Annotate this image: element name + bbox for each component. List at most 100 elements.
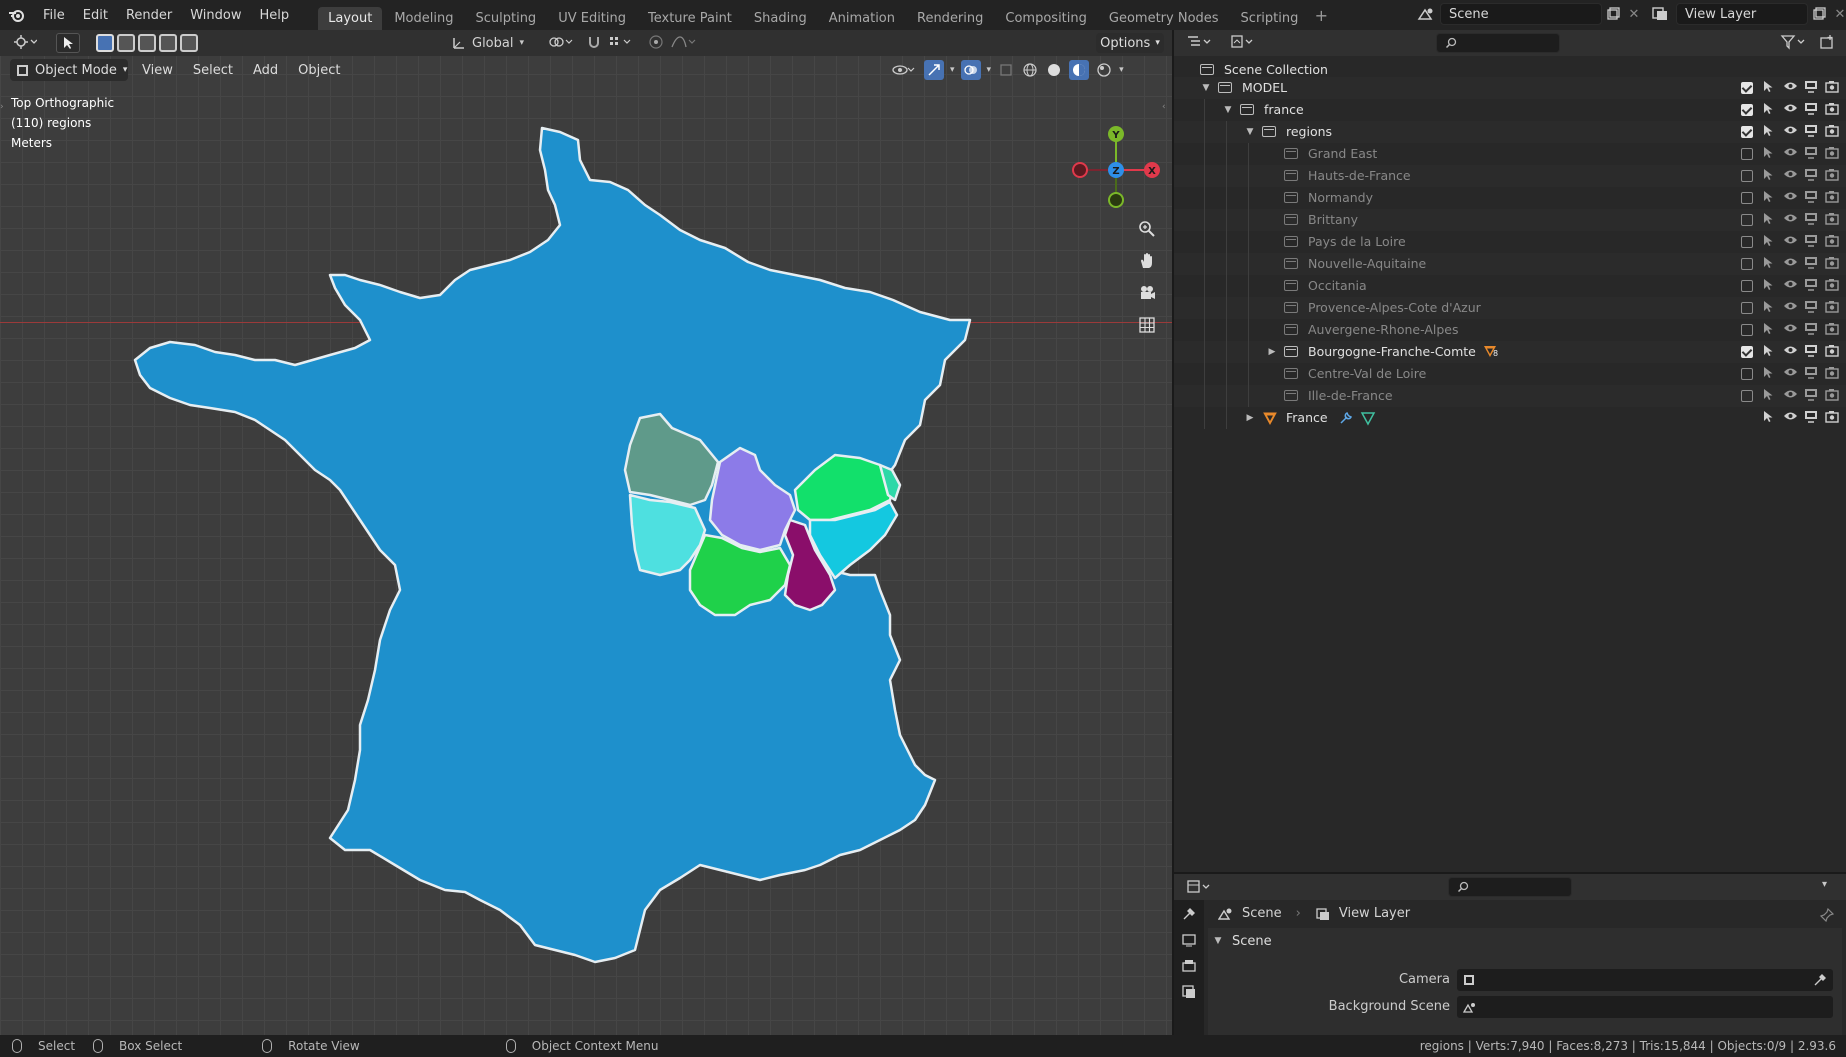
- new-view-layer-icon[interactable]: [1808, 7, 1830, 21]
- eye-icon[interactable]: [1782, 300, 1798, 315]
- outliner-row-label[interactable]: Brittany: [1308, 212, 1358, 227]
- delete-scene-icon[interactable]: ✕: [1624, 7, 1644, 22]
- viewport-monitor-icon[interactable]: [1803, 190, 1819, 206]
- outliner-row-label[interactable]: france: [1264, 102, 1304, 117]
- select-arrow-icon[interactable]: [1760, 410, 1776, 426]
- viewport-monitor-icon[interactable]: [1803, 256, 1819, 272]
- outliner-row[interactable]: Occitania: [1174, 275, 1846, 297]
- tab-uv-editing[interactable]: UV Editing: [548, 7, 636, 30]
- outliner-row-label[interactable]: Nouvelle-Aquitaine: [1308, 256, 1426, 271]
- eye-icon[interactable]: [1782, 278, 1798, 293]
- select-arrow-icon[interactable]: [1760, 190, 1776, 206]
- exclude-checkbox[interactable]: [1741, 192, 1753, 204]
- render-camera-icon[interactable]: [1824, 234, 1840, 250]
- outliner-row-label[interactable]: Pays de la Loire: [1308, 234, 1406, 249]
- eye-icon[interactable]: [1782, 322, 1798, 337]
- select-arrow-icon[interactable]: [1760, 102, 1776, 118]
- wrench-modifier-icon[interactable]: [1338, 410, 1354, 429]
- exclude-checkbox[interactable]: [1741, 148, 1753, 160]
- exclude-checkbox[interactable]: [1741, 104, 1753, 116]
- outliner-row-label[interactable]: Hauts-de-France: [1308, 168, 1411, 183]
- viewport-monitor-icon[interactable]: [1803, 80, 1819, 96]
- eye-icon[interactable]: [1782, 344, 1798, 359]
- navigation-gizmo[interactable]: Y X Z: [1066, 118, 1162, 218]
- render-camera-icon[interactable]: [1824, 256, 1840, 272]
- viewport-monitor-icon[interactable]: [1803, 124, 1819, 140]
- select-arrow-icon[interactable]: [1760, 80, 1776, 96]
- viewport-monitor-icon[interactable]: [1803, 102, 1819, 118]
- exclude-checkbox[interactable]: [1741, 346, 1753, 358]
- exclude-checkbox[interactable]: [1741, 82, 1753, 94]
- exclude-checkbox[interactable]: [1741, 280, 1753, 292]
- tab-shading[interactable]: Shading: [744, 7, 817, 30]
- properties-search-input[interactable]: [1448, 877, 1572, 897]
- eye-icon[interactable]: [1782, 256, 1798, 271]
- exclude-checkbox[interactable]: [1741, 390, 1753, 402]
- viewport-monitor-icon[interactable]: [1803, 146, 1819, 162]
- menu-file[interactable]: File: [34, 8, 74, 23]
- exclude-checkbox[interactable]: [1741, 302, 1753, 314]
- properties-editor-type-icon[interactable]: [1184, 879, 1214, 895]
- outliner-row[interactable]: Nouvelle-Aquitaine: [1174, 253, 1846, 275]
- outliner-row[interactable]: Grand East: [1174, 143, 1846, 165]
- blender-logo-icon[interactable]: [0, 7, 34, 23]
- viewport-monitor-icon[interactable]: [1803, 212, 1819, 228]
- render-tab-icon[interactable]: [1181, 932, 1197, 948]
- tool-tab-icon[interactable]: [1181, 906, 1197, 922]
- select-arrow-icon[interactable]: [1760, 278, 1776, 294]
- outliner-row-label[interactable]: Grand East: [1308, 146, 1377, 161]
- eye-icon[interactable]: [1782, 234, 1798, 249]
- eyedropper-icon[interactable]: [1813, 973, 1827, 987]
- render-camera-icon[interactable]: [1824, 410, 1840, 426]
- menu-edit[interactable]: Edit: [74, 8, 117, 23]
- exclude-checkbox[interactable]: [1741, 324, 1753, 336]
- outliner-row[interactable]: Ille-de-France: [1174, 385, 1846, 407]
- select-arrow-icon[interactable]: [1760, 124, 1776, 140]
- eye-icon[interactable]: [1782, 190, 1798, 205]
- pin-icon[interactable]: [1820, 908, 1834, 922]
- select-arrow-icon[interactable]: [1760, 168, 1776, 184]
- outliner-row[interactable]: Brittany: [1174, 209, 1846, 231]
- outliner-search-input[interactable]: [1436, 33, 1560, 53]
- tab-layout[interactable]: Layout: [318, 7, 383, 30]
- scene-panel-header[interactable]: ▼ Scene: [1208, 928, 1842, 954]
- viewport-monitor-icon[interactable]: [1803, 300, 1819, 316]
- render-camera-icon[interactable]: [1824, 388, 1840, 404]
- viewport-monitor-icon[interactable]: [1803, 278, 1819, 294]
- eye-icon[interactable]: [1782, 146, 1798, 161]
- pan-hand-icon[interactable]: [1134, 248, 1160, 274]
- 3d-viewport[interactable]: Global ▾ Options ▾ Object Mode ▾ View Se…: [0, 30, 1172, 1035]
- outliner-row-label[interactable]: Centre-Val de Loire: [1308, 366, 1426, 381]
- gizmo-neg-y-axis-icon[interactable]: [1108, 192, 1124, 208]
- plus-icon[interactable]: +: [1310, 6, 1332, 25]
- outliner-row[interactable]: Hauts-de-France: [1174, 165, 1846, 187]
- render-camera-icon[interactable]: [1824, 124, 1840, 140]
- viewport-monitor-icon[interactable]: [1803, 322, 1819, 338]
- mesh-count-badge[interactable]: 8: [1482, 343, 1500, 361]
- outliner-row-label[interactable]: France: [1286, 410, 1328, 425]
- exclude-checkbox[interactable]: [1741, 214, 1753, 226]
- outliner-row-label[interactable]: Ille-de-France: [1308, 388, 1393, 403]
- zoom-icon[interactable]: [1134, 216, 1160, 242]
- outliner-row[interactable]: ▼ MODEL: [1174, 77, 1846, 99]
- eye-icon[interactable]: [1782, 410, 1798, 425]
- expand-triangle-icon[interactable]: ▼: [1244, 127, 1256, 137]
- render-camera-icon[interactable]: [1824, 366, 1840, 382]
- outliner-row[interactable]: Auvergene-Rhone-Alpes: [1174, 319, 1846, 341]
- exclude-checkbox[interactable]: [1741, 236, 1753, 248]
- select-arrow-icon[interactable]: [1760, 322, 1776, 338]
- outliner-row[interactable]: ▶ Bourgogne-Franche-Comte 8: [1174, 341, 1846, 363]
- tab-animation[interactable]: Animation: [819, 7, 905, 30]
- render-camera-icon[interactable]: [1824, 300, 1840, 316]
- camera-view-icon[interactable]: [1134, 280, 1160, 306]
- outliner-row[interactable]: ▼ regions: [1174, 121, 1846, 143]
- outliner-row[interactable]: Normandy: [1174, 187, 1846, 209]
- menu-render[interactable]: Render: [117, 8, 181, 23]
- camera-field[interactable]: [1457, 969, 1833, 991]
- render-camera-icon[interactable]: [1824, 80, 1840, 96]
- collapsed-triangle-icon[interactable]: ▶: [1244, 413, 1256, 423]
- outliner-row-label[interactable]: regions: [1286, 124, 1332, 139]
- select-arrow-icon[interactable]: [1760, 366, 1776, 382]
- mesh-data-icon[interactable]: [1360, 410, 1376, 429]
- display-mode-icon[interactable]: [1228, 34, 1258, 50]
